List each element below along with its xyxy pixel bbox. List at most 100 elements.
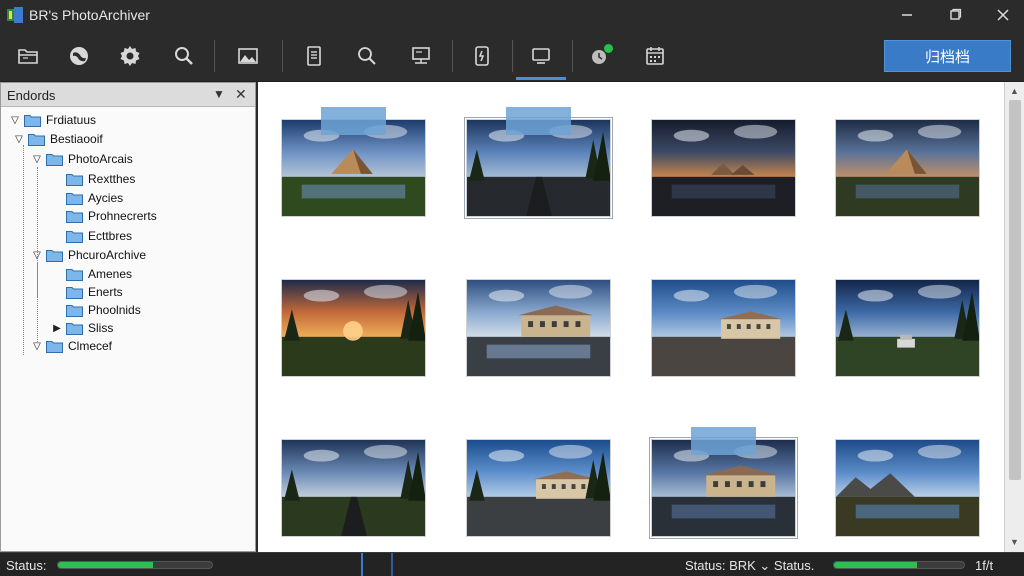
toolbar-separator	[452, 40, 453, 72]
panel-title: Endords	[7, 88, 56, 103]
photo-thumbnail[interactable]	[281, 439, 426, 537]
folder-icon	[28, 133, 45, 146]
archive-button[interactable]: 归档档	[884, 40, 1011, 72]
image-icon	[238, 48, 258, 64]
photo-thumbnail[interactable]	[466, 279, 611, 377]
tree-connector-line	[23, 145, 24, 355]
tree-item-label: PhotoArcais	[68, 152, 133, 166]
photo-thumbnail[interactable]	[835, 279, 980, 377]
tree-item[interactable]: ▽ PhcuroArchive	[31, 246, 146, 264]
minimize-icon	[902, 14, 912, 16]
app-window: BR's PhotoArchiver 归档档 Endords ▼ ✕ ▽ Frd…	[0, 0, 1024, 576]
photo-image	[282, 280, 425, 376]
tree-item[interactable]: Phoolnids	[51, 301, 141, 319]
status-label-right: Status: BRK ⌄ Status.	[685, 558, 815, 573]
page-indicator: 1f/t	[975, 558, 994, 573]
filter-icon[interactable]: ▼	[213, 87, 225, 101]
monitor-button[interactable]	[525, 40, 557, 72]
scrollbar-thumb[interactable]	[1009, 100, 1021, 480]
calendar-button[interactable]	[639, 40, 671, 72]
toolbar-separator	[572, 40, 573, 72]
folder-tree: ▽ Frdiatuus ▽ Bestiaooif ▽ PhotoArcais Rextthe…	[1, 107, 255, 551]
tree-item-label: Ecttbres	[88, 229, 133, 243]
expand-arrow-icon[interactable]: ▽	[9, 115, 21, 126]
window-title: BR's PhotoArchiver	[29, 7, 150, 23]
progress-fill-left	[58, 562, 154, 568]
tree-item[interactable]: ▽ Frdiatuus	[9, 111, 96, 129]
settings-button[interactable]	[114, 40, 146, 72]
export-icon	[475, 46, 489, 66]
photo-image	[836, 280, 979, 376]
photo-thumbnail[interactable]	[651, 119, 796, 217]
status-label-left: Status:	[6, 558, 47, 573]
folder-icon	[66, 210, 83, 223]
maximize-button[interactable]	[932, 0, 978, 30]
tree-item[interactable]: Aycies	[51, 189, 123, 207]
status-bar: Status: Status: BRK ⌄ Status. 1f/t	[0, 552, 1024, 576]
photo-image	[836, 440, 979, 536]
status-divider	[391, 553, 393, 576]
tree-item[interactable]: ▽ Bestiaooif	[13, 130, 103, 148]
progress-fill-right	[834, 562, 918, 568]
title-bar: BR's PhotoArchiver	[0, 0, 1024, 30]
photo-image	[652, 120, 795, 216]
folder-icon	[66, 304, 83, 317]
expand-arrow-icon[interactable]: ▽	[31, 341, 43, 352]
photo-image	[836, 120, 979, 216]
folder-icon	[66, 230, 83, 243]
photo-thumbnail[interactable]	[835, 119, 980, 217]
tree-item[interactable]: ▶ Sliss	[51, 319, 113, 337]
collapsed-arrow-icon[interactable]: ▶	[51, 323, 63, 334]
tree-item[interactable]: Enerts	[51, 283, 123, 301]
folder-icon	[66, 173, 83, 186]
photo-thumbnail[interactable]	[466, 439, 611, 537]
expand-arrow-icon[interactable]: ▽	[31, 250, 43, 261]
export-button[interactable]	[466, 40, 498, 72]
panel-header: Endords ▼ ✕	[1, 83, 255, 107]
search-icon	[175, 47, 193, 65]
folder-tree-panel: Endords ▼ ✕ ▽ Frdiatuus ▽ Bestiaooif ▽ PhotoA…	[0, 82, 256, 552]
minimize-button[interactable]	[884, 0, 930, 30]
toolbar-separator	[512, 40, 513, 72]
globe-button[interactable]	[63, 40, 95, 72]
status-divider	[361, 553, 363, 576]
photo-thumbnail[interactable]	[651, 279, 796, 377]
globe-icon	[70, 47, 88, 65]
expand-arrow-icon[interactable]: ▽	[13, 134, 25, 145]
tree-item[interactable]: Prohnecrerts	[51, 207, 157, 225]
folder-icon	[66, 322, 83, 335]
folder-icon	[46, 249, 63, 262]
document-button[interactable]	[298, 40, 330, 72]
expand-arrow-icon[interactable]: ▽	[31, 154, 43, 165]
photo-thumbnail[interactable]	[281, 279, 426, 377]
zoom-button[interactable]	[351, 40, 383, 72]
tree-item[interactable]: Ecttbres	[51, 227, 132, 245]
gallery-scrollbar[interactable]: ▲ ▼	[1004, 82, 1024, 552]
main-toolbar: 归档档	[0, 30, 1024, 82]
tree-item-label: Enerts	[88, 285, 123, 299]
slideshow-button[interactable]	[405, 40, 437, 72]
close-button[interactable]	[980, 0, 1024, 30]
folder-icon	[66, 286, 83, 299]
tree-item[interactable]: Amenes	[51, 265, 132, 283]
photo-thumbnail[interactable]	[835, 439, 980, 537]
folder-icon	[66, 268, 83, 281]
scroll-down-icon[interactable]: ▼	[1010, 537, 1019, 547]
panel-close-icon[interactable]: ✕	[235, 86, 247, 103]
search-button[interactable]	[168, 40, 200, 72]
photo-image	[652, 280, 795, 376]
folder-icon	[66, 192, 83, 205]
tree-item-label: Phoolnids	[88, 303, 141, 317]
tree-item[interactable]: ▽ Clmecef	[31, 337, 112, 355]
tree-item[interactable]: Rextthes	[51, 170, 135, 188]
folder-icon	[46, 340, 63, 353]
open-folder-button[interactable]	[12, 40, 44, 72]
image-button[interactable]	[232, 40, 264, 72]
scroll-up-icon[interactable]: ▲	[1010, 86, 1019, 96]
maximize-icon	[950, 8, 962, 20]
tree-item[interactable]: ▽ PhotoArcais	[31, 150, 133, 168]
monitor-icon	[532, 48, 550, 64]
selection-marker	[321, 107, 386, 135]
calendar-icon	[646, 47, 664, 65]
tree-item-label: Clmecef	[68, 339, 113, 353]
